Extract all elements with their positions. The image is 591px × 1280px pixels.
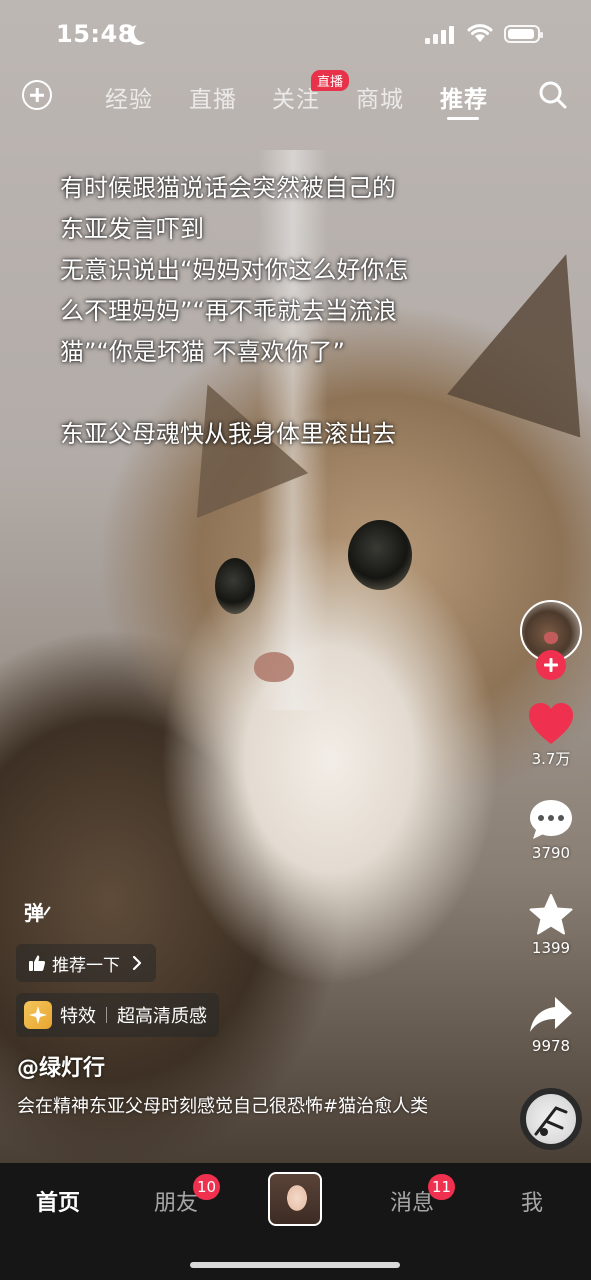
- nav-friends[interactable]: 朋友: [154, 1185, 198, 1217]
- tab-mall[interactable]: 商城: [356, 80, 404, 114]
- status-time: 15:48: [56, 20, 135, 48]
- follow-plus-button[interactable]: [536, 650, 566, 680]
- tab-live[interactable]: 直播: [189, 80, 237, 114]
- chip-divider: [106, 1007, 107, 1023]
- recommend-chip[interactable]: 推荐一下: [16, 944, 156, 982]
- effect-label: 特效: [60, 1006, 96, 1027]
- caption-line: 猫”“你是坏猫 不喜欢你了”: [60, 338, 345, 366]
- wifi-icon: [467, 24, 493, 42]
- video-caption: 有时候跟猫说话会突然被自己的 东亚发言吓到 无意识说出“妈妈对你这么好你怎 么不…: [60, 168, 460, 455]
- caption-line: 东亚发言吓到: [60, 215, 204, 243]
- search-icon[interactable]: [538, 80, 568, 110]
- comment-count: 3790: [531, 844, 571, 862]
- messages-badge: 11: [428, 1174, 456, 1200]
- nav-me[interactable]: 我: [521, 1185, 543, 1217]
- cellular-signal-icon: [425, 26, 455, 44]
- live-badge: 直播: [311, 70, 350, 91]
- chevron-right-icon: [132, 955, 142, 971]
- cat-ear-right: [447, 232, 591, 438]
- sparkle-icon: [24, 1001, 52, 1029]
- danmu-toggle-button[interactable]: 弹: [24, 897, 44, 926]
- effect-name: 超高清质感: [117, 1006, 207, 1027]
- music-disc-art-icon: [534, 1106, 568, 1136]
- moon-icon: [134, 22, 154, 42]
- caption-line: 东亚父母魂快从我身体里滚出去: [60, 420, 396, 448]
- share-count: 9978: [531, 1037, 571, 1055]
- caption-line: 么不理妈妈”“再不乖就去当流浪: [60, 297, 397, 325]
- video-description[interactable]: 会在精神东亚父母时刻感觉自己很恐怖#猫治愈人类: [17, 1094, 457, 1120]
- favorite-count: 1399: [531, 939, 571, 957]
- caption-line: 无意识说出“妈妈对你这么好你怎: [60, 256, 409, 284]
- caption-line: 有时候跟猫说话会突然被自己的: [60, 174, 396, 202]
- comment-icon: [530, 800, 572, 839]
- recommend-label: 推荐一下: [52, 955, 120, 976]
- friends-badge: 10: [193, 1174, 221, 1200]
- tab-recommend[interactable]: 推荐: [440, 80, 488, 114]
- center-avatar-button[interactable]: [268, 1172, 322, 1226]
- cat-eye-right: [348, 520, 412, 590]
- effect-chip[interactable]: 特效 超高清质感: [16, 993, 219, 1037]
- heart-icon: [529, 703, 573, 744]
- nav-home[interactable]: 首页: [36, 1185, 80, 1217]
- share-button[interactable]: 9978: [520, 995, 582, 1055]
- tab-experience[interactable]: 经验: [105, 80, 153, 114]
- like-button[interactable]: 3.7万: [520, 702, 582, 769]
- add-circle-icon[interactable]: [22, 80, 52, 110]
- share-arrow-icon: [530, 997, 572, 1032]
- battery-icon: [504, 25, 543, 43]
- cat-nose: [254, 652, 294, 682]
- like-count: 3.7万: [531, 750, 571, 768]
- cat-eye-left: [215, 558, 255, 614]
- author-name[interactable]: @绿灯行: [17, 1050, 105, 1082]
- status-bar: 15:48: [0, 0, 591, 70]
- music-disc[interactable]: [520, 1088, 582, 1150]
- thumbs-up-icon: [29, 955, 46, 971]
- top-nav: 经验 直播 关注 直播 商城 推荐: [0, 70, 591, 126]
- comment-button[interactable]: 3790: [520, 798, 582, 862]
- favorite-button[interactable]: 1399: [520, 893, 582, 957]
- active-tab-indicator: [447, 117, 479, 120]
- star-icon: [529, 894, 573, 935]
- home-indicator: [190, 1262, 400, 1268]
